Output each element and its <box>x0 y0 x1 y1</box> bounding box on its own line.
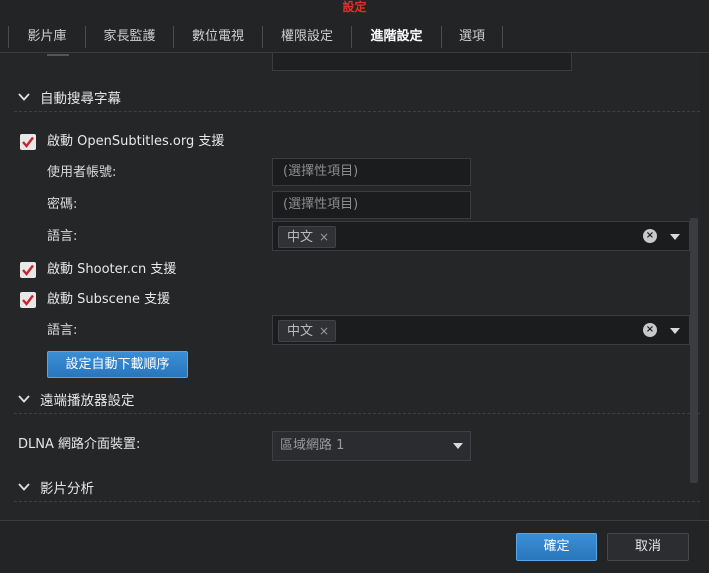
opensubtitles-language-label: 語言: <box>47 229 78 244</box>
language-tag[interactable]: 中文 × <box>278 320 337 342</box>
tab-permissions[interactable]: 權限設定 <box>263 22 351 52</box>
clear-icon[interactable]: × <box>643 229 657 243</box>
partial-label-above <box>47 54 69 56</box>
tab-advanced[interactable]: 進階設定 <box>352 22 441 52</box>
content-scrollbar[interactable] <box>690 218 698 483</box>
checkmark-icon <box>22 136 34 148</box>
section-video-analysis[interactable]: 影片分析 <box>18 479 94 499</box>
section-title: 影片分析 <box>40 481 94 497</box>
tab-digital-tv[interactable]: 數位電視 <box>174 22 262 52</box>
chevron-down-icon <box>18 93 30 101</box>
username-label: 使用者帳號: <box>47 165 117 180</box>
tab-bar: 影片庫 家長監護 數位電視 權限設定 進階設定 選項 <box>0 22 709 52</box>
section-title: 遠端播放器設定 <box>40 393 135 409</box>
language-tag-label: 中文 <box>287 230 314 245</box>
tab-separator <box>502 26 503 48</box>
subscene-language-label: 語言: <box>47 323 78 338</box>
username-field[interactable]: (選擇性項目) <box>272 158 471 186</box>
cancel-button[interactable]: 取消 <box>607 533 689 561</box>
shooter-checkbox[interactable] <box>20 262 36 278</box>
language-tag[interactable]: 中文 × <box>278 226 337 248</box>
section-divider <box>14 111 700 112</box>
tag-remove-icon[interactable]: × <box>319 324 329 338</box>
checkmark-icon <box>22 294 34 306</box>
window-title: 設定 <box>342 0 367 14</box>
caret-down-icon[interactable] <box>453 443 463 449</box>
tab-options[interactable]: 選項 <box>442 22 502 52</box>
download-order-button[interactable]: 設定自動下載順序 <box>47 351 188 378</box>
opensubtitles-checkbox[interactable] <box>20 134 36 150</box>
section-auto-subtitle[interactable]: 自動搜尋字幕 <box>18 89 121 109</box>
tab-video-library[interactable]: 影片庫 <box>9 22 85 52</box>
dlna-interface-select[interactable]: 區域網路 1 <box>272 431 471 461</box>
section-remote-player[interactable]: 遠端播放器設定 <box>18 391 135 411</box>
dlna-label: DLNA 網路介面裝置: <box>18 437 141 452</box>
dlna-selected-value: 區域網路 1 <box>280 438 345 453</box>
chevron-down-icon <box>18 395 30 403</box>
opensubtitles-language-select[interactable]: 中文 × × <box>272 221 690 251</box>
settings-content: 自動搜尋字幕 啟動 OpenSubtitles.org 支援 使用者帳號: (選… <box>0 53 700 520</box>
ok-button[interactable]: 確定 <box>516 533 597 561</box>
section-divider <box>14 501 700 502</box>
language-tag-label: 中文 <box>287 324 314 339</box>
partial-field-above <box>272 53 572 71</box>
subscene-label: 啟動 Subscene 支援 <box>47 292 171 307</box>
checkmark-icon <box>22 264 34 276</box>
subscene-language-select[interactable]: 中文 × × <box>272 315 690 345</box>
tab-parental-control[interactable]: 家長監護 <box>86 22 173 52</box>
password-field[interactable]: (選擇性項目) <box>272 191 471 219</box>
password-label: 密碼: <box>47 197 78 212</box>
opensubtitles-label: 啟動 OpenSubtitles.org 支援 <box>47 134 225 149</box>
section-divider <box>14 413 700 414</box>
shooter-label: 啟動 Shooter.cn 支援 <box>47 262 177 277</box>
caret-down-icon[interactable] <box>670 328 680 334</box>
clear-icon[interactable]: × <box>643 323 657 337</box>
chevron-down-icon <box>18 483 30 491</box>
caret-down-icon[interactable] <box>670 234 680 240</box>
dialog-footer: 確定 取消 <box>0 520 709 573</box>
subscene-checkbox[interactable] <box>20 292 36 308</box>
tag-remove-icon[interactable]: × <box>319 230 329 244</box>
section-title: 自動搜尋字幕 <box>40 91 121 107</box>
